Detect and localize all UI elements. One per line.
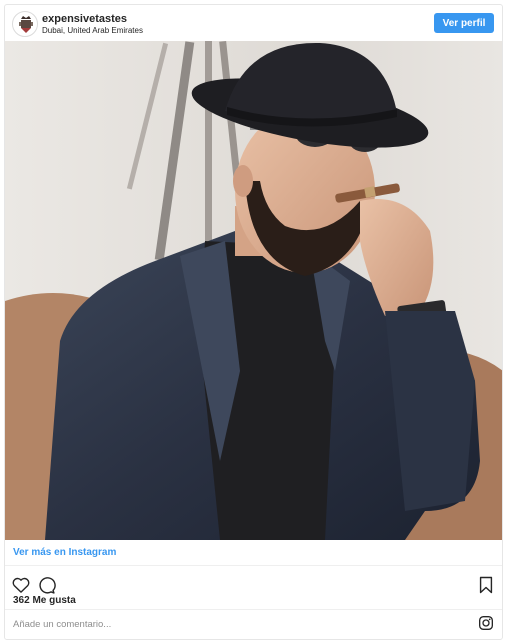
comment-icon[interactable] <box>36 575 56 595</box>
divider <box>5 609 502 610</box>
heart-icon[interactable] <box>11 575 31 595</box>
post-photo[interactable] <box>5 41 502 540</box>
view-more-on-instagram-link[interactable]: Ver más en Instagram <box>13 547 116 558</box>
crest-icon <box>19 16 33 33</box>
action-bar <box>5 571 502 595</box>
username[interactable]: expensivetastes <box>42 13 127 25</box>
location[interactable]: Dubai, United Arab Emirates <box>42 26 143 35</box>
comment-input[interactable] <box>13 619 453 630</box>
bookmark-icon[interactable] <box>476 575 496 595</box>
divider <box>5 565 502 566</box>
post-header: expensivetastes Dubai, United Arab Emira… <box>5 5 502 41</box>
avatar[interactable] <box>12 11 38 37</box>
photo-illustration <box>5 41 502 540</box>
view-profile-button[interactable]: Ver perfil <box>434 13 494 33</box>
instagram-icon[interactable] <box>478 615 494 631</box>
instagram-embed-card: expensivetastes Dubai, United Arab Emira… <box>4 4 503 640</box>
likes-count[interactable]: 362 Me gusta <box>13 595 76 606</box>
